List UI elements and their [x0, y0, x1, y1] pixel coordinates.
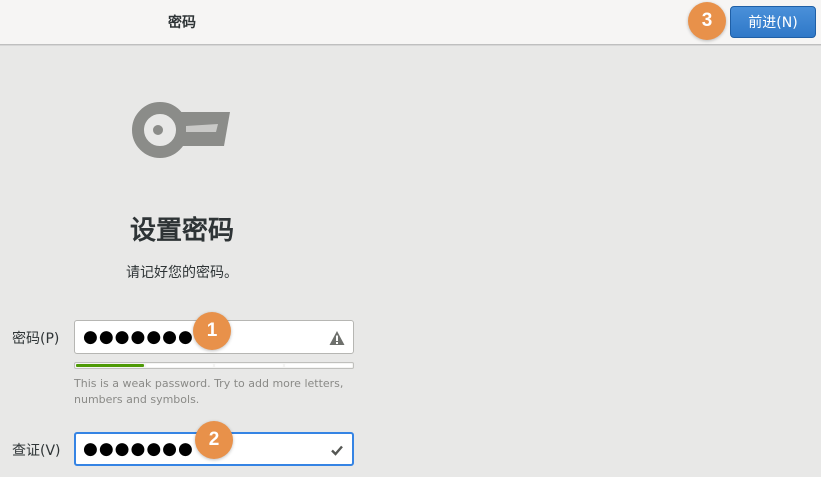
password-strength-bar	[74, 362, 354, 369]
key-icon	[132, 102, 230, 158]
strength-hint: This is a weak password. Try to add more…	[74, 377, 344, 406]
password-label: 密码(P)	[12, 331, 60, 347]
verify-label: 查证(V)	[12, 443, 61, 459]
checkmark-icon	[331, 445, 343, 456]
page-subtitle: 请记好您的密码。	[126, 265, 238, 281]
strength-segment	[76, 364, 144, 367]
step-badge-3: 3	[688, 2, 726, 40]
next-button[interactable]: 前进(N)	[730, 6, 816, 38]
step-badge-1: 1	[193, 312, 231, 350]
warning-icon	[329, 331, 345, 345]
step-badge-2: 2	[195, 421, 233, 459]
page-title: 设置密码	[129, 216, 234, 246]
password-value: ●●●●●●●	[83, 327, 194, 347]
header-title: 密码	[168, 15, 196, 31]
verify-value: ●●●●●●●	[83, 439, 194, 459]
strength-segment	[215, 364, 283, 367]
strength-segment	[284, 364, 352, 367]
strength-segment	[145, 364, 213, 367]
